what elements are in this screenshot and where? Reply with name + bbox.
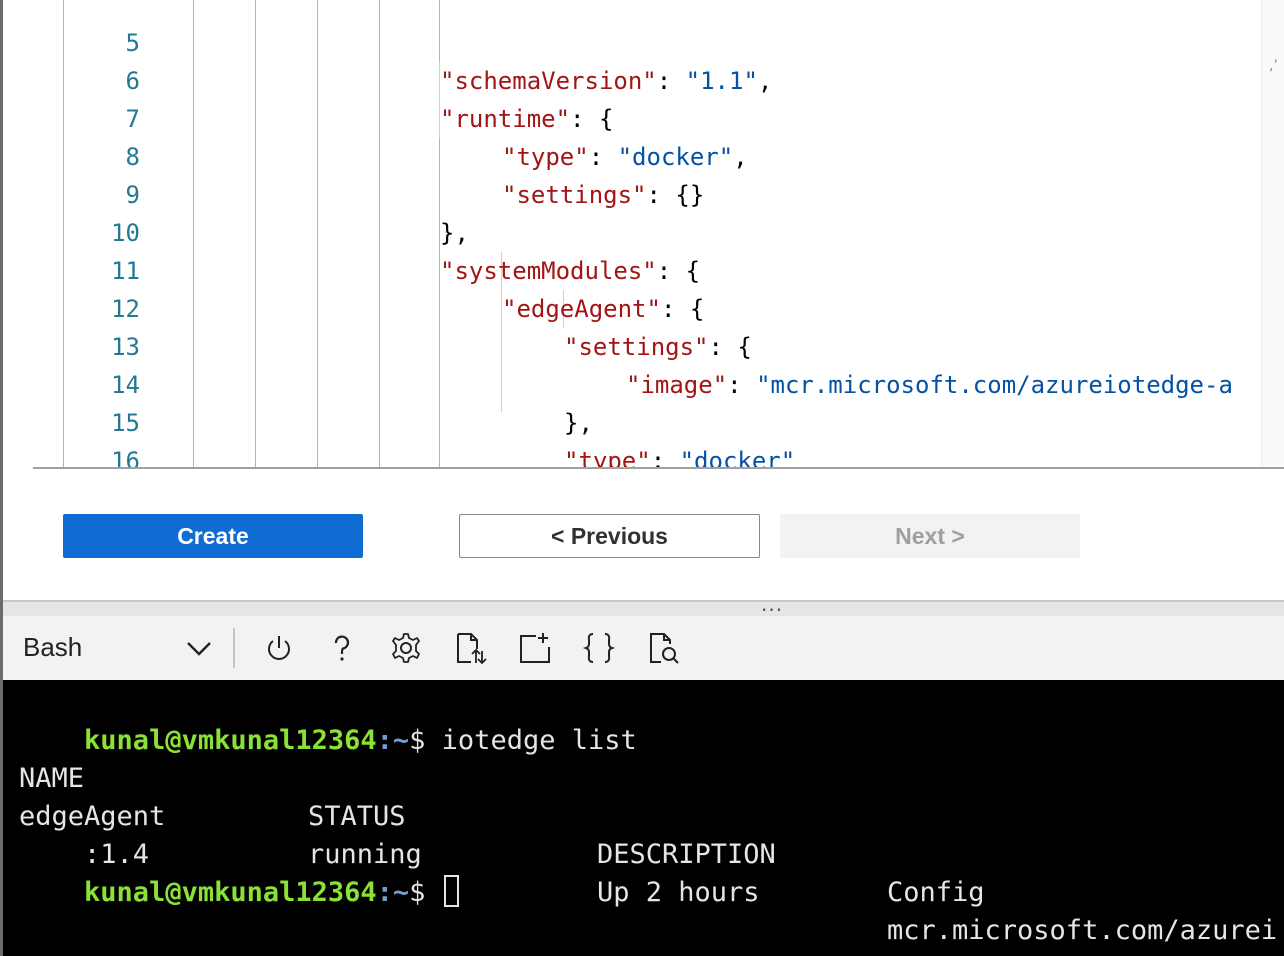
json-key: "type" <box>502 143 589 171</box>
module-description: Up 2 hours <box>597 877 760 908</box>
shell-type-label: Bash <box>23 632 83 662</box>
json-key: "settings" <box>502 181 647 209</box>
help-icon[interactable] <box>322 628 362 668</box>
code-line[interactable]: 14 }, <box>3 328 593 437</box>
drag-dots-icon: ... <box>761 592 784 616</box>
json-punct: , <box>733 143 748 171</box>
code-line[interactable]: 17 "edgeHub": { <box>3 442 61 468</box>
toolbar-separator <box>233 628 235 668</box>
code-line[interactable]: 12 "settings": { <box>3 252 752 361</box>
editor-bottom-border <box>33 467 1284 469</box>
column-header: Config <box>887 877 985 908</box>
column-header: DESCRIPTION <box>597 839 776 870</box>
json-punct: : { <box>656 257 701 285</box>
chevron-down-icon <box>185 634 213 667</box>
upload-download-icon[interactable] <box>450 628 490 668</box>
json-punct: : <box>656 67 686 95</box>
code-line[interactable]: 7 "type": "docker", <box>3 62 748 171</box>
json-key: "settings" <box>564 333 709 361</box>
code-line[interactable]: 6 "runtime": { <box>3 24 614 133</box>
code-line[interactable]: 5 "schemaVersion": "1.1", <box>3 0 773 95</box>
settings-icon[interactable] <box>386 628 426 668</box>
overview-ruler-marker: ,’ <box>1269 58 1278 74</box>
shell-type-select[interactable]: Bash <box>23 630 218 666</box>
terminal-output[interactable]: kunal@vmkunal12364:~$ iotedge list NAME … <box>3 680 1284 956</box>
json-punct: : <box>650 447 680 468</box>
json-value: "1.1" <box>685 67 758 95</box>
previous-button-label: < Previous <box>551 522 668 549</box>
json-punct: : { <box>570 105 614 133</box>
terminal-header-row: NAME STATUS DESCRIPTION Config <box>19 722 1279 908</box>
editor-column-divider <box>193 0 194 468</box>
terminal-data-row: edgeAgent running Up 2 hours mcr.microso… <box>19 760 1279 946</box>
json-punct: : <box>588 143 618 171</box>
json-punct: : { <box>708 333 752 361</box>
json-punct: }, <box>440 219 469 247</box>
terminal-prompt-line[interactable]: kunal@vmkunal12364:~$ <box>19 836 459 908</box>
json-punct: : { <box>660 295 705 323</box>
json-key: "edgeAgent" <box>502 295 661 323</box>
code-line[interactable]: 15 "type": "docker" <box>3 366 795 468</box>
prompt-symbol: $ <box>409 877 442 908</box>
terminal-wrapped-line: :1.4 <box>19 798 149 870</box>
column-header: STATUS <box>308 801 406 832</box>
template-json-editor[interactable]: 5 "schemaVersion": "1.1", 6 "runtime": {… <box>3 0 1284 468</box>
json-value: "mcr.microsoft.com/azureiotedge-a <box>756 371 1233 399</box>
open-new-session-icon[interactable] <box>515 628 555 668</box>
json-punct: }, <box>564 409 593 437</box>
terminal-cursor <box>443 875 459 907</box>
editor-column-divider <box>317 0 318 468</box>
terminal-command-line: kunal@vmkunal12364:~$ iotedge list <box>19 684 637 756</box>
prompt-path: :~ <box>376 877 410 908</box>
editor-column-divider <box>379 0 380 468</box>
cloud-shell-resize-handle[interactable]: ... <box>3 592 1284 616</box>
json-value: "docker" <box>617 143 734 171</box>
json-key: "runtime" <box>440 105 571 133</box>
code-line[interactable]: 11 "edgeAgent": { <box>3 214 704 323</box>
prompt-user: kunal@vmkunal12364 <box>84 877 377 908</box>
create-button[interactable]: Create <box>63 514 363 558</box>
code-line[interactable]: 9 }, <box>3 138 469 247</box>
code-line[interactable]: 10 "systemModules": { <box>3 176 700 285</box>
json-punct: : <box>727 371 757 399</box>
power-icon[interactable] <box>259 628 299 668</box>
next-button[interactable]: Next > <box>780 514 1080 558</box>
json-key: "image" <box>626 371 728 399</box>
editor-braces-icon[interactable] <box>579 628 619 668</box>
previous-button[interactable]: < Previous <box>459 514 760 558</box>
module-config: mcr.microsoft.com/azurei <box>887 915 1278 946</box>
web-preview-icon[interactable] <box>644 628 684 668</box>
json-key: "systemModules" <box>440 257 657 285</box>
json-key: "schemaVersion" <box>440 67 657 95</box>
code-line[interactable]: 13 "image": "mcr.microsoft.com/azureiote… <box>3 290 1233 399</box>
editor-column-divider <box>255 0 256 468</box>
cloud-shell-toolbar: Bash <box>3 616 1284 680</box>
json-punct: : {} <box>646 181 705 209</box>
json-key: "type" <box>564 447 651 468</box>
code-line[interactable]: 16 }, <box>3 404 140 468</box>
code-line[interactable]: 8 "settings": {} <box>3 100 705 209</box>
json-punct: , <box>757 67 773 95</box>
json-value: "docker" <box>679 447 796 468</box>
